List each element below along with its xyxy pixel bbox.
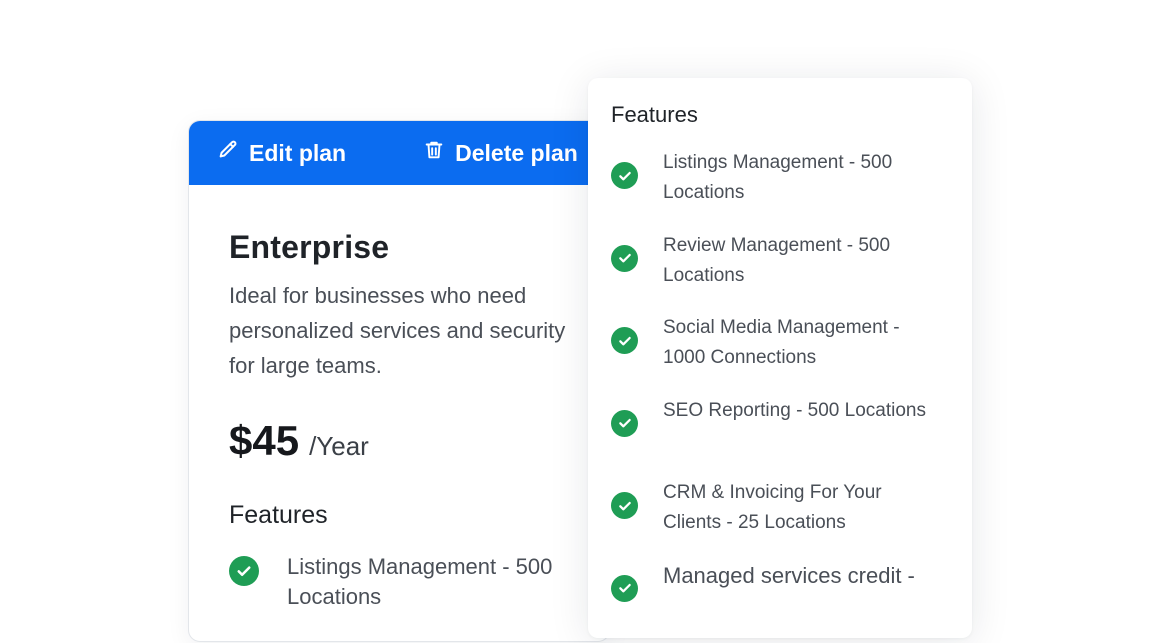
check-circle-icon	[611, 327, 638, 354]
feature-text: Managed services credit -	[663, 561, 933, 591]
plan-name: Enterprise	[229, 229, 569, 266]
plan-price: $45	[229, 417, 299, 465]
feature-text: Social Media Management - 1000 Connectio…	[663, 313, 933, 373]
plan-features-title: Features	[229, 501, 569, 530]
feature-item: SEO Reporting - 500 Locations	[611, 396, 952, 479]
feature-item: Review Management - 500 Locations	[611, 231, 952, 314]
trash-icon	[423, 139, 445, 167]
features-panel: Features Listings Management - 500 Locat…	[588, 78, 972, 638]
price-row: $45 /Year	[229, 417, 569, 465]
edit-plan-button[interactable]: Edit plan	[217, 139, 346, 167]
plan-feature-text: Listings Management - 500 Locations	[287, 552, 557, 612]
features-panel-title: Features	[611, 102, 698, 128]
feature-text: Listings Management - 500 Locations	[663, 148, 933, 208]
feature-text: CRM & Invoicing For Your Clients - 25 Lo…	[663, 478, 933, 538]
feature-text: SEO Reporting - 500 Locations	[663, 396, 933, 426]
features-list: Listings Management - 500 Locations Revi…	[611, 148, 952, 643]
check-circle-icon	[611, 245, 638, 272]
check-circle-icon	[611, 575, 638, 602]
feature-item: Managed services credit -	[611, 561, 952, 643]
check-circle-icon	[611, 492, 638, 519]
check-circle-icon	[229, 556, 259, 586]
feature-item: Listings Management - 500 Locations	[611, 148, 952, 231]
plan-period: /Year	[309, 431, 369, 462]
feature-text: Review Management - 500 Locations	[663, 231, 933, 291]
feature-item: Social Media Management - 1000 Connectio…	[611, 313, 952, 396]
plan-toolbar: Edit plan Delete plan	[189, 121, 609, 185]
plan-body: Enterprise Ideal for businesses who need…	[189, 185, 609, 612]
plan-card: Edit plan Delete plan Enterprise Ideal f…	[188, 120, 610, 642]
check-circle-icon	[611, 162, 638, 189]
pencil-icon	[217, 139, 239, 167]
check-circle-icon	[611, 410, 638, 437]
plan-description: Ideal for businesses who need personaliz…	[229, 278, 579, 383]
delete-plan-label: Delete plan	[455, 140, 578, 167]
delete-plan-button[interactable]: Delete plan	[423, 139, 578, 167]
feature-item: CRM & Invoicing For Your Clients - 25 Lo…	[611, 478, 952, 561]
edit-plan-label: Edit plan	[249, 140, 346, 167]
plan-feature-item: Listings Management - 500 Locations	[229, 552, 569, 612]
